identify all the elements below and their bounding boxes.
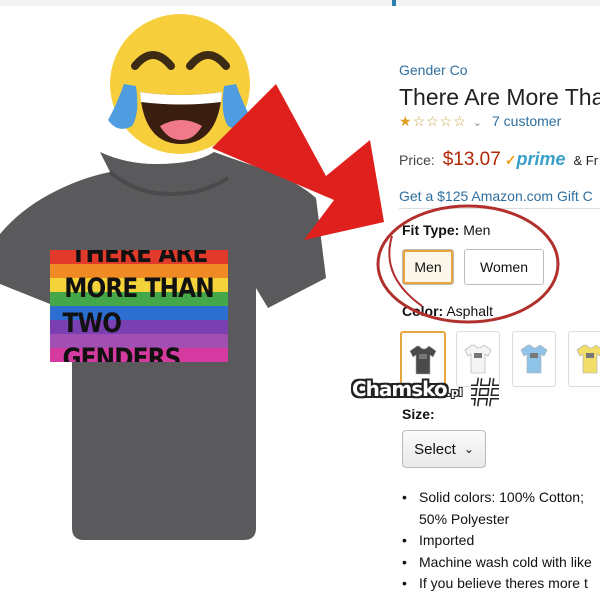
red-circle-annotation: [376, 204, 560, 324]
